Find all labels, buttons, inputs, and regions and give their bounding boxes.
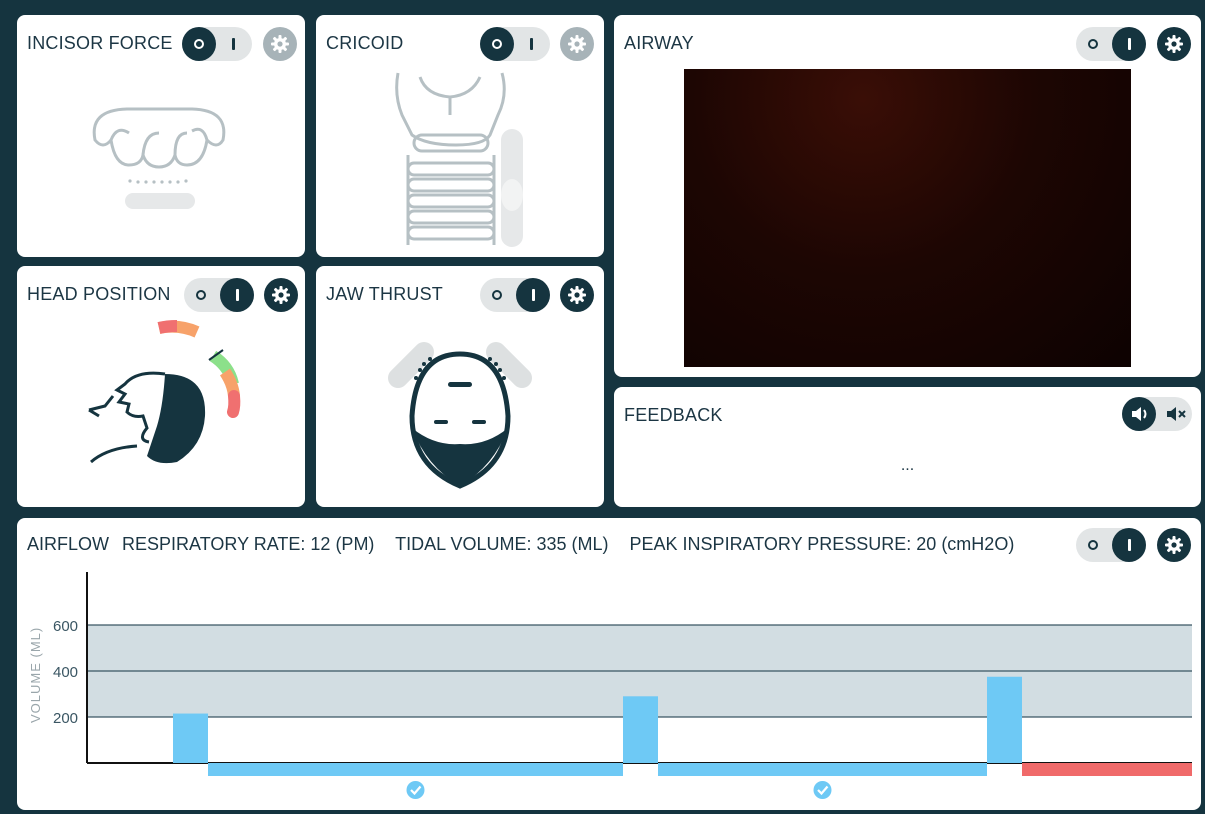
exhale-segment	[658, 763, 987, 776]
airway-camera-feed	[684, 69, 1131, 367]
y-tick-label: 600	[53, 618, 78, 635]
check-icon	[813, 781, 832, 799]
teeth-icon	[92, 107, 226, 209]
mute-icon	[1167, 407, 1186, 421]
trachea-icon	[395, 72, 523, 247]
speaker-icon	[1132, 407, 1147, 421]
exhale-segment	[208, 763, 623, 776]
check-icon	[406, 781, 425, 799]
airflow-panel: AIRFLOW RESPIRATORY RATE: 12 (PM) TIDAL …	[17, 518, 1201, 810]
off-icon	[1088, 39, 1098, 49]
airway-panel: AIRWAY	[614, 15, 1201, 377]
airflow-chart: 200 400 600 VOLUME (ML)	[28, 572, 1192, 799]
on-icon	[1128, 38, 1131, 50]
inhale-bar	[987, 676, 1022, 763]
jaw-thrust-panel: JAW THRUST	[316, 266, 604, 507]
toggle-knob	[1122, 397, 1156, 431]
airway-settings-button[interactable]	[1157, 27, 1191, 61]
sound-toggle[interactable]	[1122, 397, 1192, 431]
inhale-bar	[173, 713, 208, 763]
head-position-panel: HEAD POSITION	[17, 266, 305, 507]
jaw-thrust-face-icon	[388, 342, 532, 489]
cricoid-panel: CRICOID	[316, 15, 604, 257]
airway-title: AIRWAY	[624, 33, 694, 53]
gear-icon	[1165, 35, 1183, 53]
airway-power-toggle[interactable]	[1076, 27, 1146, 61]
incisor-force-panel: INCISOR FORCE	[17, 15, 305, 257]
head-tilt-icon	[88, 320, 241, 464]
y-axis-label: VOLUME (ML)	[28, 627, 43, 723]
feedback-panel: FEEDBACK ...	[614, 387, 1201, 507]
inhale-bar	[623, 696, 658, 763]
y-tick-label: 200	[53, 710, 78, 727]
feedback-message: ...	[900, 457, 915, 474]
feedback-title: FEEDBACK	[624, 405, 723, 425]
exhale-segment	[1022, 763, 1192, 776]
y-tick-label: 400	[53, 664, 78, 681]
